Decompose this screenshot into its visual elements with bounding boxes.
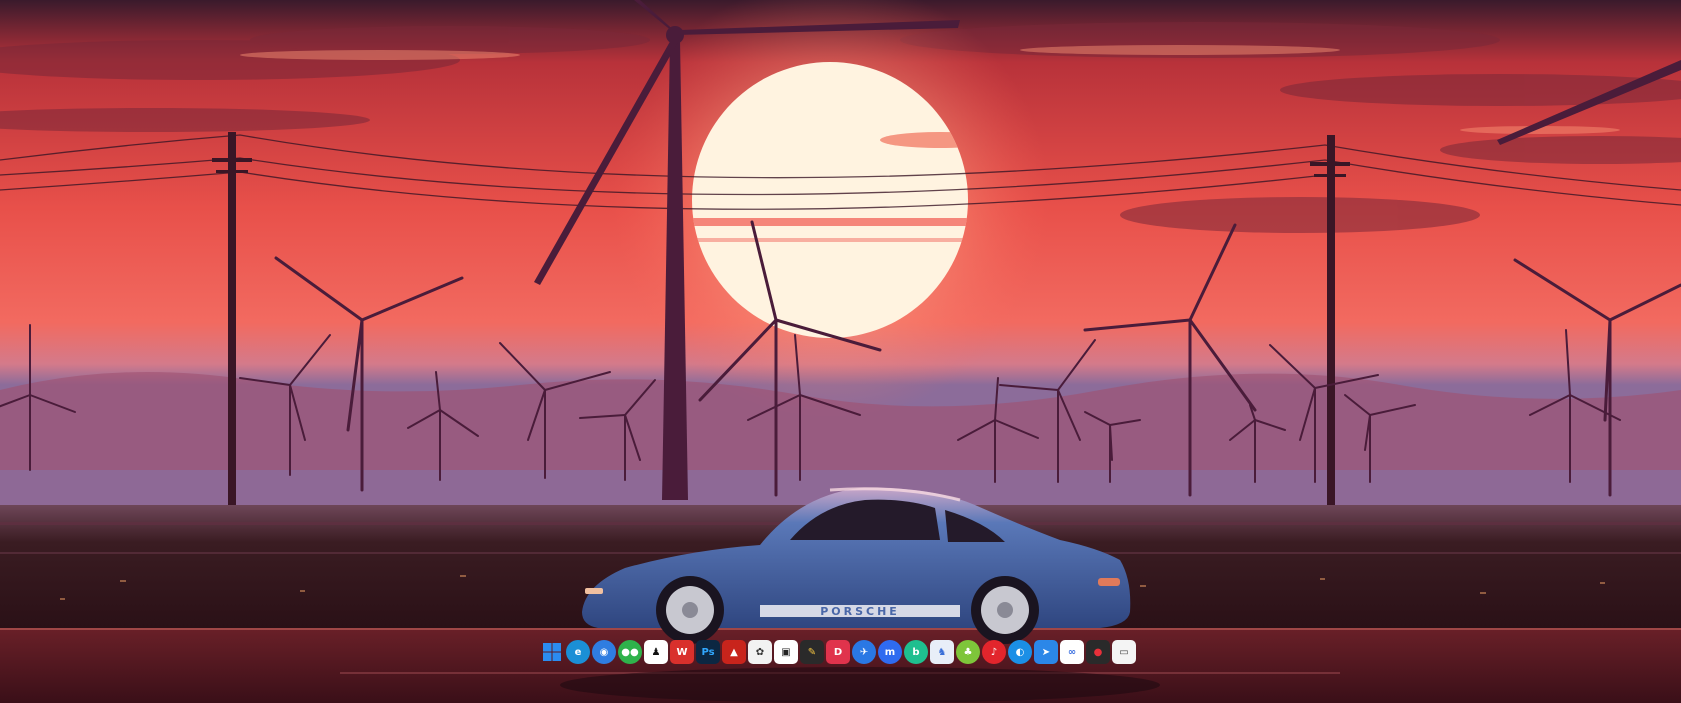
- app-icon-10-glyph: ◐: [1015, 646, 1025, 658]
- app-icon-9[interactable]: ♣: [956, 640, 980, 664]
- browser-icon[interactable]: ◉: [592, 640, 616, 664]
- app-icon-10[interactable]: ◐: [1008, 640, 1032, 664]
- browser-icon-glyph: ◉: [599, 646, 609, 658]
- wechat-icon[interactable]: ●●: [618, 640, 642, 664]
- app-icon-3[interactable]: ✎: [800, 640, 824, 664]
- app-icon-6-glyph: m: [884, 646, 896, 658]
- photoshop-icon[interactable]: Ps: [696, 640, 720, 664]
- wallpaper: PORSCHE: [0, 0, 1681, 703]
- netease-music-icon-glyph: ♪: [990, 646, 998, 658]
- app-icon-9-glyph: ♣: [963, 646, 973, 658]
- qq-icon[interactable]: ♟: [644, 640, 668, 664]
- record-icon[interactable]: ●: [1086, 640, 1110, 664]
- app-icon-3-glyph: ✎: [807, 646, 817, 658]
- acrobat-icon[interactable]: ▲: [722, 640, 746, 664]
- app-icon-7-glyph: b: [912, 646, 920, 658]
- desktop: PORSCHE e ◉ ●● ♟ W Ps ▲ ✿ ▣ ✎ D ✈ m b ♞ ♣ ♪ ◐ ➤ ∞ ● ▭: [0, 0, 1681, 703]
- acrobat-icon-glyph: ▲: [730, 646, 738, 658]
- app-icon-4-glyph: D: [833, 646, 843, 658]
- qq-icon-glyph: ♟: [651, 646, 661, 658]
- netease-music-icon[interactable]: ♪: [982, 640, 1006, 664]
- app-icon-12[interactable]: ∞: [1060, 640, 1084, 664]
- app-icon-6[interactable]: m: [878, 640, 902, 664]
- app-icon-13-glyph: ▭: [1119, 646, 1129, 658]
- app-icon-4[interactable]: D: [826, 640, 850, 664]
- taskbar: e ◉ ●● ♟ W Ps ▲ ✿ ▣ ✎ D ✈ m b ♞ ♣ ♪ ◐ ➤ ∞ ● ▭: [540, 638, 1136, 666]
- record-icon-glyph: ●: [1093, 646, 1103, 658]
- wps-office-icon-glyph: W: [676, 646, 688, 658]
- car-lettering: PORSCHE: [820, 605, 900, 618]
- app-icon-12-glyph: ∞: [1067, 646, 1077, 658]
- app-icon-2[interactable]: ▣: [774, 640, 798, 664]
- app-icon-13[interactable]: ▭: [1112, 640, 1136, 664]
- app-icon-11[interactable]: ➤: [1034, 640, 1058, 664]
- app-icon-2-glyph: ▣: [781, 646, 791, 658]
- wechat-icon-glyph: ●●: [621, 646, 639, 658]
- app-icon-7[interactable]: b: [904, 640, 928, 664]
- photoshop-icon-glyph: Ps: [701, 646, 715, 658]
- windows-start-icon[interactable]: [540, 640, 564, 664]
- app-icon-8[interactable]: ♞: [930, 640, 954, 664]
- app-icon-1-glyph: ✿: [755, 646, 765, 658]
- app-icon-11-glyph: ➤: [1041, 646, 1051, 658]
- app-icon-8-glyph: ♞: [937, 646, 947, 658]
- edge-browser-icon[interactable]: e: [566, 640, 590, 664]
- wps-office-icon[interactable]: W: [670, 640, 694, 664]
- road-edge: [0, 628, 1681, 630]
- edge-browser-icon-glyph: e: [574, 646, 582, 658]
- app-icon-5-glyph: ✈: [859, 646, 869, 658]
- app-icon-5[interactable]: ✈: [852, 640, 876, 664]
- car-shadow: [560, 667, 1160, 703]
- app-icon-1[interactable]: ✿: [748, 640, 772, 664]
